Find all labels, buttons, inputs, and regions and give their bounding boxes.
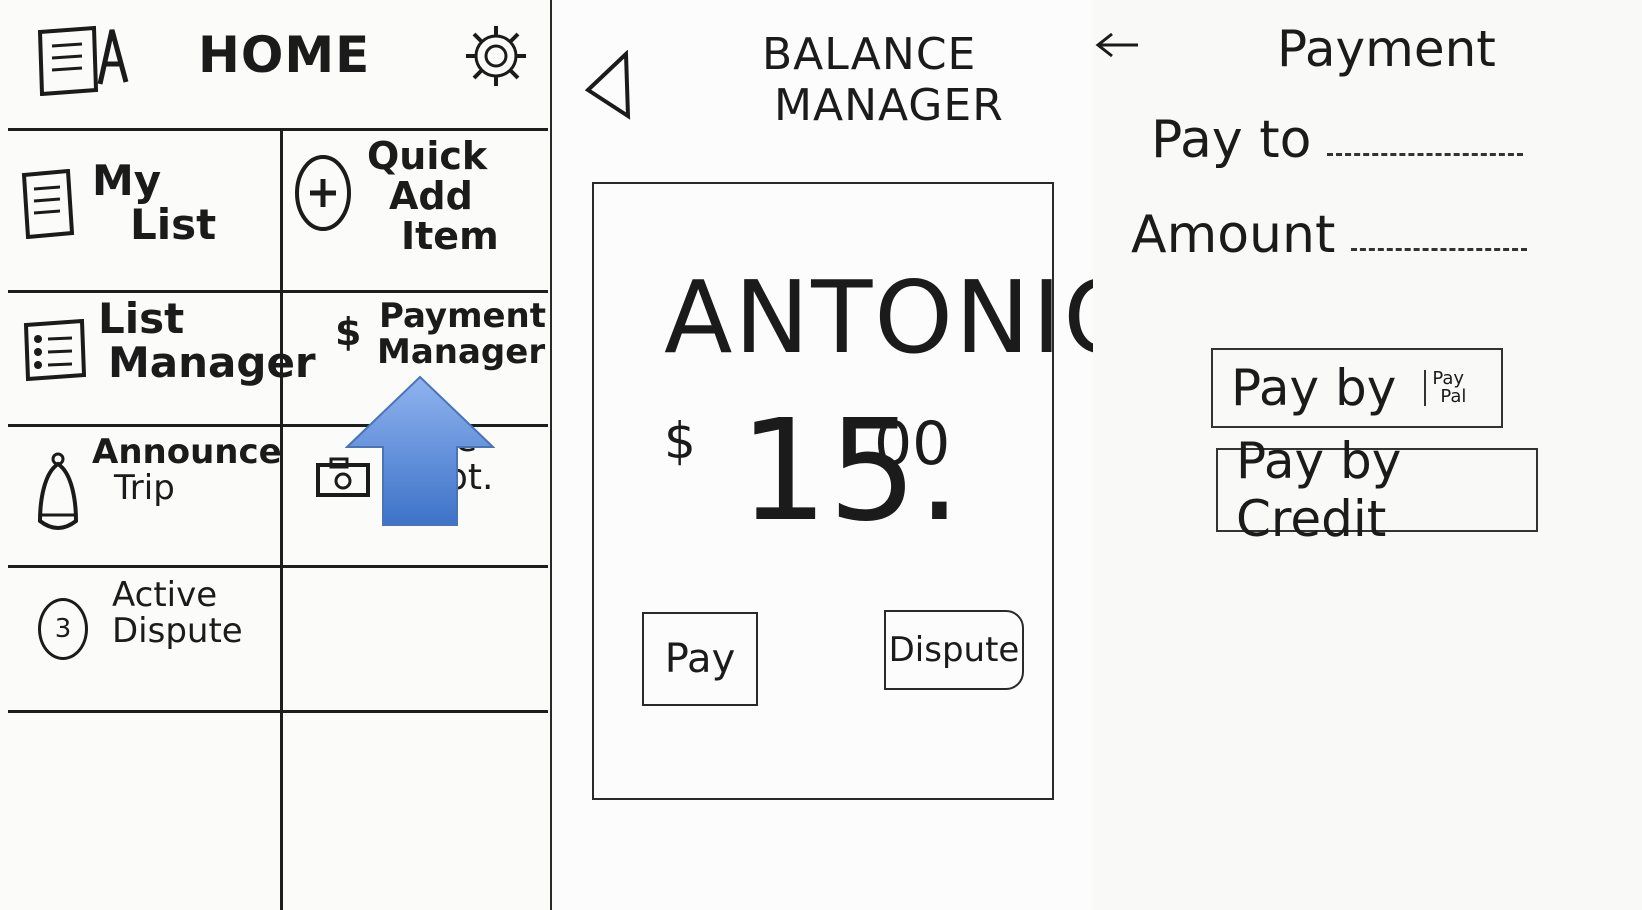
menu-item-label: My List [92,156,217,250]
divider [8,710,548,713]
page-title: HOME [198,26,371,84]
field-label: Pay to [1151,110,1312,170]
amount-input[interactable] [1351,248,1528,251]
pay-by-credit-button[interactable]: Pay by Credit [1216,432,1538,548]
field-label: Amount [1131,205,1336,265]
currency-symbol: $ [664,412,696,470]
menu-item-label: Announce Trip [92,432,282,508]
paypal-logo-icon: Pay Pal [1424,370,1466,406]
balance-manager-screen: BALANCE MANAGER ANTONIO $ 15. 00 Pay Dis… [550,0,1142,910]
menu-item-label: Quick Add Item [367,134,499,258]
menu-item-label: Active Dispute [112,575,243,651]
checklist-icon [23,319,87,382]
gear-icon[interactable] [460,20,532,92]
menu-item-announce-trip[interactable]: Announce Trip [8,427,282,565]
app-logo-icon [37,25,129,96]
menu-item-my-list[interactable]: My List [8,131,280,290]
back-icon[interactable] [582,50,632,120]
menu-item-quick-add[interactable]: Quick Add Item [283,131,548,290]
menu-item-label: Payment Manager [377,296,547,372]
pay-to-field[interactable]: Pay to [1151,110,1524,170]
dispute-button[interactable]: Dispute [884,610,1024,690]
amount-field[interactable]: Amount [1131,205,1528,265]
home-screen: HOME My List Quick Add Item List Manager… [0,0,550,910]
menu-item-list-manager[interactable]: List Manager [8,293,316,424]
pay-button[interactable]: Pay [642,612,758,706]
page-title: BALANCE MANAGER [762,29,1004,131]
person-name: ANTONIO [664,259,1145,376]
pay-by-paypal-button[interactable]: Pay by Pay Pal [1211,348,1503,428]
dollar-icon: $ [335,310,362,354]
balance-cents: 00 [874,409,951,479]
balance-card: ANTONIO $ 15. 00 Pay Dispute [592,182,1142,800]
payment-screen: Payment Pay to Amount Pay by Pay Pal Pay… [1093,0,1642,910]
home-header: HOME [0,0,550,128]
add-icon [295,155,351,231]
document-icon [21,169,75,239]
back-arrow-icon[interactable] [1094,30,1142,60]
pay-to-input[interactable] [1327,153,1524,156]
bell-icon [37,452,79,530]
page-title: Payment [1277,20,1496,78]
dispute-count-badge: 3 [38,598,88,660]
up-arrow-icon [345,375,495,526]
menu-item-active-dispute[interactable]: 3 Active Dispute [8,568,280,710]
